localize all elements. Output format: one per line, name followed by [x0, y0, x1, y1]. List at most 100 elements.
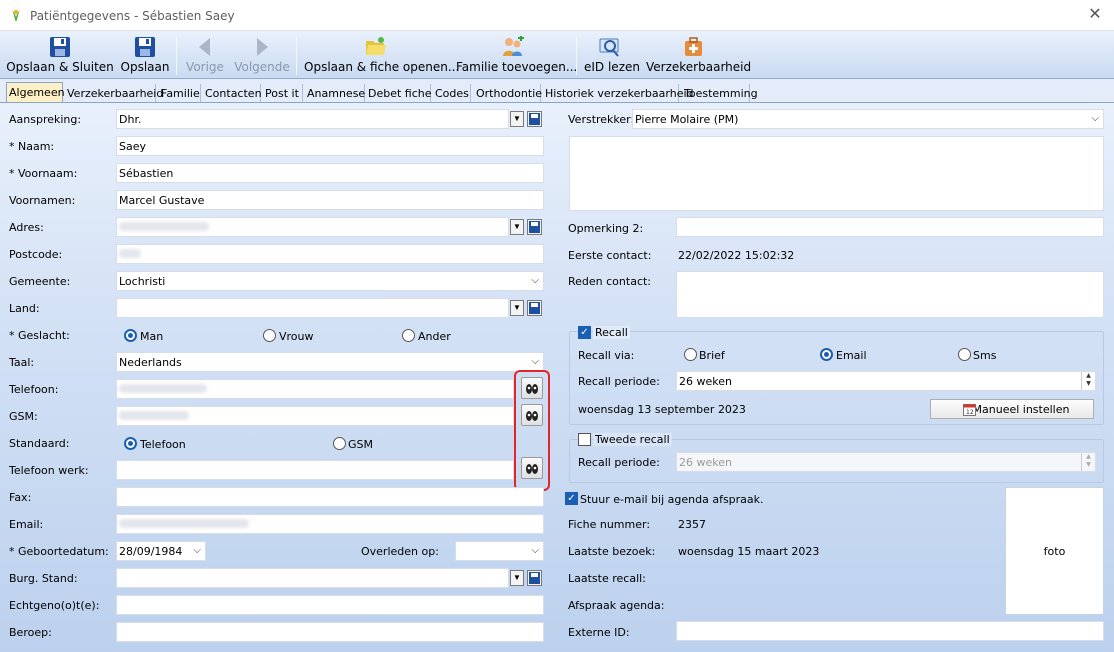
verstrekker-label: Verstrekker: — [568, 113, 635, 126]
geslacht-label: * Geslacht: — [9, 329, 70, 342]
window-title: Patiëntgegevens - Sébastien Saey — [30, 9, 235, 23]
folder-open-icon — [366, 37, 386, 55]
externe-id-label: Externe ID: — [568, 626, 630, 639]
gsm-input[interactable] — [116, 406, 514, 426]
tab-post-it[interactable]: Post it — [263, 84, 303, 103]
spinner-arrows-icon[interactable]: ▲ ▼ — [1081, 453, 1095, 471]
tab-historiek-verzekerbaarheid[interactable]: Historiek verzekerbaarheid — [543, 84, 694, 103]
next-button[interactable]: Volgende — [234, 35, 290, 77]
naam-input[interactable]: Saey — [116, 136, 544, 156]
std-telefoon-label: Telefoon — [140, 438, 186, 451]
aanspreking-select[interactable]: Dhr. — [116, 109, 509, 129]
voornamen-input[interactable]: Marcel Gustave — [116, 190, 544, 210]
radio-brief[interactable] — [684, 348, 697, 361]
telefoon-werk-input[interactable] — [116, 460, 514, 480]
phone-call-werk-icon[interactable] — [521, 457, 543, 479]
tab-contacten[interactable]: Contacten — [203, 84, 262, 103]
tab-algemeen[interactable]: Algemeen — [6, 82, 65, 103]
save-small-icon[interactable] — [527, 570, 542, 586]
land-select[interactable] — [116, 298, 509, 318]
externe-id-input[interactable] — [676, 621, 1104, 641]
tab-anamnese[interactable]: Anamnese — [305, 84, 365, 103]
email-label: Email: — [9, 518, 44, 531]
eerste-contact-label: Eerste contact: — [568, 249, 652, 262]
overleden-picker[interactable]: ⌵ — [455, 541, 544, 561]
reden-contact-textarea[interactable] — [676, 271, 1104, 318]
laatste-bezoek-value: woensdag 15 maart 2023 — [678, 545, 820, 558]
recall-checkbox[interactable]: ✓ — [578, 326, 591, 339]
save-button[interactable]: Opslaan — [120, 35, 170, 77]
send-email-checkbox[interactable]: ✓ — [565, 492, 578, 505]
second-recall-checkbox[interactable] — [578, 433, 591, 446]
family-icon — [503, 36, 524, 56]
recall-periode2-spinner[interactable]: 26 weken ▲ ▼ — [676, 452, 1096, 472]
toolbar: Opslaan & Sluiten Opslaan Vorige Volgend… — [0, 31, 1114, 79]
dropdown-arrow-icon[interactable]: ▼ — [510, 300, 524, 316]
verstrekker-value: Pierre Molaire (PM) — [635, 113, 739, 126]
save-small-icon[interactable] — [527, 300, 542, 316]
taal-select[interactable]: Nederlands ⌵ — [116, 352, 544, 372]
gemeente-select[interactable]: Lochristi ⌵ — [116, 271, 544, 291]
dropdown-arrow-icon[interactable]: ▼ — [510, 570, 524, 586]
eerste-contact-value: 22/02/2022 15:02:32 — [678, 249, 795, 262]
previous-button[interactable]: Vorige — [184, 35, 226, 77]
telefoon-input[interactable] — [116, 379, 514, 399]
fax-label: Fax: — [9, 491, 32, 504]
floppy-disk-icon — [50, 37, 70, 57]
notes-textarea[interactable] — [569, 136, 1104, 211]
spinner-arrows-icon[interactable]: ▲ ▼ — [1081, 372, 1095, 390]
opmerking2-input[interactable] — [676, 217, 1104, 237]
read-eid-button[interactable]: eID lezen — [584, 35, 640, 77]
tab-codes[interactable]: Codes — [433, 84, 471, 103]
save-small-icon[interactable] — [527, 219, 542, 235]
photo-label: foto — [1043, 545, 1066, 558]
manual-set-button[interactable]: 12 Manueel instellen — [930, 399, 1094, 419]
tab-orthodontie[interactable]: Orthodontie — [474, 84, 542, 103]
recall-periode-spinner[interactable]: 26 weken ▲ ▼ — [676, 371, 1096, 391]
echtgenoot-input[interactable] — [116, 595, 544, 615]
beroep-input[interactable] — [116, 622, 544, 642]
reden-contact-label: Reden contact: — [568, 275, 652, 288]
phone-call-gsm-icon[interactable] — [521, 404, 543, 426]
taal-value: Nederlands — [119, 356, 182, 369]
save-close-button[interactable]: Opslaan & Sluiten — [6, 35, 114, 77]
recall-periode-label: Recall periode: — [578, 375, 660, 388]
save-open-file-button[interactable]: Opslaan & fiche openen... — [304, 35, 459, 77]
laatste-recall-label: Laatste recall: — [568, 572, 646, 585]
save-close-label: Opslaan & Sluiten — [6, 60, 114, 74]
close-icon[interactable]: ✕ — [1084, 5, 1106, 25]
dropdown-arrow-icon[interactable]: ▼ — [510, 111, 524, 127]
tab-familie[interactable]: Familie — [159, 84, 201, 103]
radio-ander[interactable] — [402, 329, 415, 342]
telefoon-label: Telefoon: — [9, 383, 59, 396]
radio-vrouw[interactable] — [263, 329, 276, 342]
email-input[interactable] — [116, 514, 544, 534]
geboortedatum-label: * Geboortedatum: — [9, 545, 109, 558]
postcode-input[interactable] — [116, 244, 544, 264]
geboortedatum-picker[interactable]: 28/09/1984 ⌵ — [116, 541, 206, 561]
radio-man[interactable] — [124, 329, 137, 342]
fax-input[interactable] — [116, 487, 544, 507]
verstrekker-select[interactable]: Pierre Molaire (PM) ⌵ — [632, 109, 1104, 129]
insurability-button[interactable]: Verzekerbaarheid — [646, 35, 751, 77]
vrouw-label: Vrouw — [279, 330, 314, 343]
dropdown-arrow-icon[interactable]: ▼ — [510, 219, 524, 235]
add-family-button[interactable]: Familie toevoegen... — [456, 35, 577, 77]
adres-input[interactable] — [116, 217, 509, 237]
chevron-down-icon: ⌵ — [531, 545, 539, 556]
title-bar: Patiëntgegevens - Sébastien Saey ✕ — [0, 0, 1114, 31]
tab-debet-fiche[interactable]: Debet fiche — [366, 84, 432, 103]
radio-email[interactable] — [820, 348, 833, 361]
radio-std-telefoon[interactable] — [124, 437, 137, 450]
tab-toestemming[interactable]: Toestemming — [682, 84, 758, 103]
medical-kit-icon — [685, 37, 702, 56]
phone-call-telefoon-icon[interactable] — [521, 377, 543, 399]
tab-verzekerbaarheid[interactable]: Verzekerbaarheid — [65, 84, 163, 103]
overleden-label: Overleden op: — [361, 545, 439, 558]
burg-select[interactable] — [116, 568, 509, 588]
radio-std-gsm[interactable] — [333, 437, 346, 450]
radio-sms[interactable] — [958, 348, 971, 361]
save-small-icon[interactable] — [527, 111, 542, 127]
photo-box[interactable]: foto — [1005, 487, 1104, 615]
voornaam-input[interactable]: Sébastien — [116, 163, 544, 183]
